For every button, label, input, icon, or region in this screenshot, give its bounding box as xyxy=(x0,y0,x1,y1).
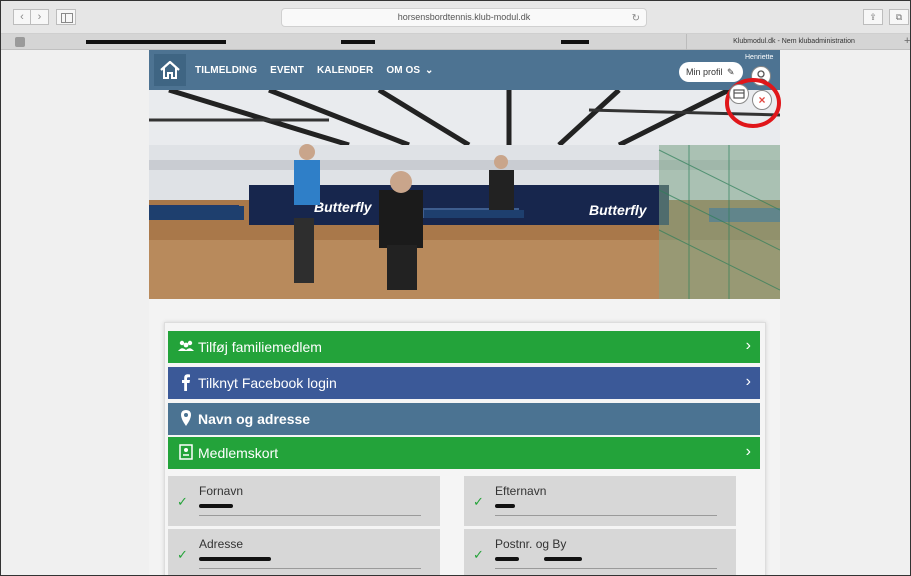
browser-toolbar: ‹ › horsensbordtennis.klub-modul.dk ↻ ⇪ … xyxy=(1,1,910,34)
site-navigation: TILMELDING EVENT KALENDER OM OS ⌄ Min pr… xyxy=(149,50,780,90)
add-family-member-label: Tilføj familiemedlem xyxy=(198,339,322,355)
menu-item-kalender[interactable]: KALENDER xyxy=(317,65,373,76)
field-underline xyxy=(495,515,717,516)
active-tab[interactable]: Klubmodul.dk - Nem klubadministration xyxy=(686,34,901,50)
postcode-city-label: Postnr. og By xyxy=(495,537,567,551)
family-icon xyxy=(178,340,194,351)
check-icon: ✓ xyxy=(177,547,188,562)
url-text: horsensbordtennis.klub-modul.dk xyxy=(397,12,531,22)
history-buttons: ‹ › xyxy=(13,9,49,25)
last-name-label: Efternavn xyxy=(495,484,547,498)
membership-card-label: Medlemskort xyxy=(198,445,279,461)
name-address-header[interactable]: Navn og adresse xyxy=(168,403,760,435)
web-page: TILMELDING EVENT KALENDER OM OS ⌄ Min pr… xyxy=(149,50,781,575)
link-facebook-button[interactable]: Tilknyt Facebook login › xyxy=(168,367,760,399)
member-card-button[interactable] xyxy=(729,84,749,104)
address-bar[interactable]: horsensbordtennis.klub-modul.dk ↻ xyxy=(281,8,647,27)
svg-text:Butterfly: Butterfly xyxy=(314,199,373,215)
redacted-tab-title xyxy=(341,40,375,44)
new-tab-button[interactable]: + xyxy=(904,35,910,47)
field-underline xyxy=(199,515,421,516)
svg-text:Butterfly: Butterfly xyxy=(589,202,648,218)
browser-window: ‹ › horsensbordtennis.klub-modul.dk ↻ ⇪ … xyxy=(0,0,911,576)
name-address-label: Navn og adresse xyxy=(198,411,311,427)
check-icon: ✓ xyxy=(473,494,484,509)
redacted-value xyxy=(199,504,233,508)
menu-item-tilmelding[interactable]: TILMELDING xyxy=(195,65,257,76)
redacted-value xyxy=(544,557,582,561)
reload-icon[interactable]: ↻ xyxy=(632,10,640,27)
link-facebook-label: Tilknyt Facebook login xyxy=(198,375,337,391)
address-label: Adresse xyxy=(199,537,244,551)
menu-item-event[interactable]: EVENT xyxy=(270,65,304,76)
redacted-value xyxy=(495,557,519,561)
chevron-right-icon: › xyxy=(745,373,751,390)
member-card-icon xyxy=(179,444,193,460)
chevron-right-icon: › xyxy=(745,443,751,460)
redacted-tab-title xyxy=(86,40,226,44)
add-family-member-button[interactable]: Tilføj familiemedlem › xyxy=(168,331,760,363)
postcode-city-field[interactable]: ✓ Postnr. og By xyxy=(464,529,736,575)
last-name-field[interactable]: ✓ Efternavn xyxy=(464,476,736,526)
home-icon[interactable] xyxy=(154,54,186,86)
chevron-down-icon: ⌄ xyxy=(425,64,434,76)
main-menu: TILMELDING EVENT KALENDER OM OS ⌄ xyxy=(195,50,447,90)
forward-button[interactable]: › xyxy=(31,9,49,25)
back-button[interactable]: ‹ xyxy=(13,9,31,25)
redacted-value xyxy=(495,504,515,508)
chevron-right-icon: › xyxy=(745,337,751,354)
card-icon xyxy=(733,89,745,99)
share-button[interactable]: ⇪ xyxy=(863,9,883,25)
hero-image: Butterfly Butterfly xyxy=(149,90,780,299)
member-card-panel: Tilføj familiemedlem › Tilknyt Facebook … xyxy=(164,322,766,575)
check-icon: ✓ xyxy=(177,494,188,509)
facebook-icon xyxy=(182,374,190,391)
address-field[interactable]: ✓ Adresse xyxy=(168,529,440,575)
first-name-field[interactable]: ✓ Fornavn xyxy=(168,476,440,526)
menu-item-om-os[interactable]: OM OS ⌄ xyxy=(386,65,433,76)
field-underline xyxy=(495,568,717,569)
first-name-label: Fornavn xyxy=(199,484,244,498)
redacted-value xyxy=(199,557,271,561)
redacted-tab-title xyxy=(561,40,589,44)
check-icon: ✓ xyxy=(473,547,484,562)
my-profile-label: Min profil xyxy=(686,67,723,77)
show-tabs-button[interactable]: ⧉ xyxy=(889,9,909,25)
tab-bar: Klubmodul.dk - Nem klubadministration + xyxy=(1,34,910,50)
location-pin-icon xyxy=(181,410,191,426)
logged-in-user-name: Henriette xyxy=(745,54,774,61)
tab-favicon-icon xyxy=(15,37,25,47)
sidebar-toggle-button[interactable] xyxy=(56,9,76,25)
menu-item-om-os-label: OM OS xyxy=(386,64,421,76)
membership-card-button[interactable]: Medlemskort › xyxy=(168,437,760,469)
close-icon[interactable]: × xyxy=(752,90,772,110)
field-underline xyxy=(199,568,421,569)
pencil-icon: ✎ xyxy=(727,67,735,77)
